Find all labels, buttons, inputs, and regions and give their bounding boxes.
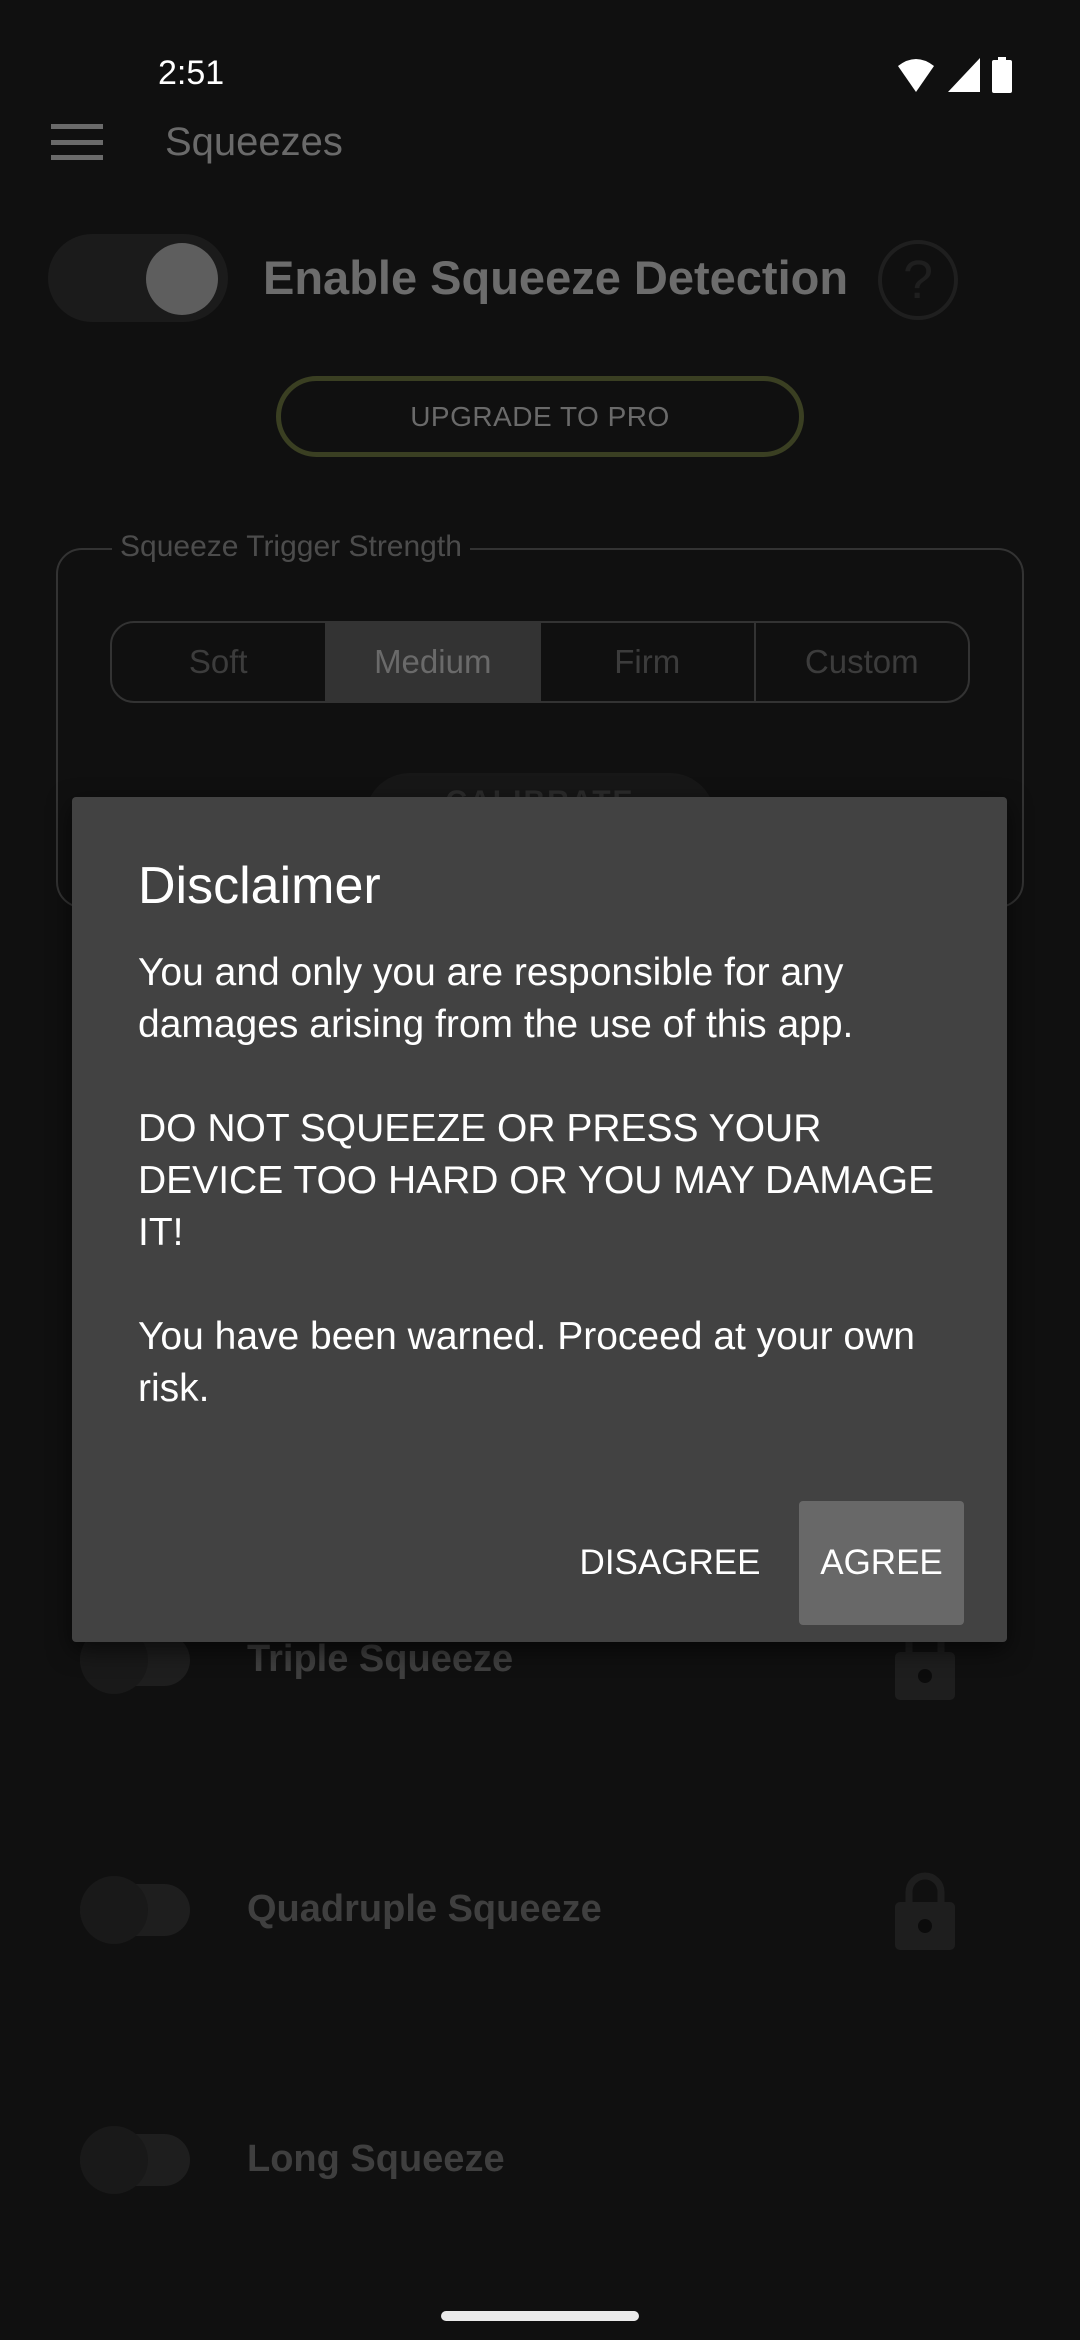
- dialog-title: Disclaimer: [138, 857, 381, 915]
- battery-icon: [992, 57, 1012, 93]
- toggle-thumb: [146, 243, 218, 315]
- lock-icon[interactable]: [895, 1870, 955, 1950]
- segment-soft[interactable]: Soft: [112, 623, 327, 701]
- segment-custom[interactable]: Custom: [756, 623, 969, 701]
- app-title: Squeezes: [165, 120, 343, 164]
- trigger-strength-legend: Squeeze Trigger Strength: [112, 530, 470, 564]
- wifi-icon: [898, 59, 934, 92]
- segment-firm[interactable]: Firm: [541, 623, 756, 701]
- long-squeeze-label: Long Squeeze: [247, 2138, 505, 2180]
- upgrade-to-pro-button[interactable]: UPGRADE TO PRO: [276, 376, 804, 457]
- hamburger-menu-icon[interactable]: [51, 124, 103, 160]
- triple-squeeze-label: Triple Squeeze: [247, 1638, 514, 1680]
- dialog-paragraph: You and only you are responsible for any…: [138, 951, 854, 1046]
- dialog-paragraph: You have been warned. Proceed at your ow…: [138, 1315, 915, 1410]
- list-item: Long Squeeze: [0, 2100, 1080, 2220]
- toggle-thumb: [80, 1876, 148, 1944]
- enable-squeeze-label: Enable Squeeze Detection: [263, 251, 849, 304]
- dialog-message: You and only you are responsible for any…: [138, 947, 968, 1415]
- home-indicator[interactable]: [441, 2311, 639, 2321]
- disclaimer-dialog: Disclaimer You and only you are responsi…: [72, 797, 1007, 1642]
- segment-medium[interactable]: Medium: [326, 623, 541, 701]
- toggle-thumb: [80, 2126, 148, 2194]
- signal-icon: [948, 58, 980, 92]
- quadruple-squeeze-label: Quadruple Squeeze: [247, 1888, 602, 1930]
- status-time: 2:51: [158, 54, 225, 92]
- trigger-strength-segmented: Soft Medium Firm Custom: [110, 621, 970, 703]
- agree-button[interactable]: AGREE: [799, 1501, 964, 1625]
- status-icons: [896, 57, 1012, 93]
- dialog-paragraph: DO NOT SQUEEZE OR PRESS YOUR DEVICE TOO …: [138, 1107, 935, 1254]
- help-circle-icon[interactable]: ?: [878, 240, 958, 320]
- disagree-button[interactable]: DISAGREE: [550, 1501, 790, 1625]
- list-item: Quadruple Squeeze: [0, 1850, 1080, 1970]
